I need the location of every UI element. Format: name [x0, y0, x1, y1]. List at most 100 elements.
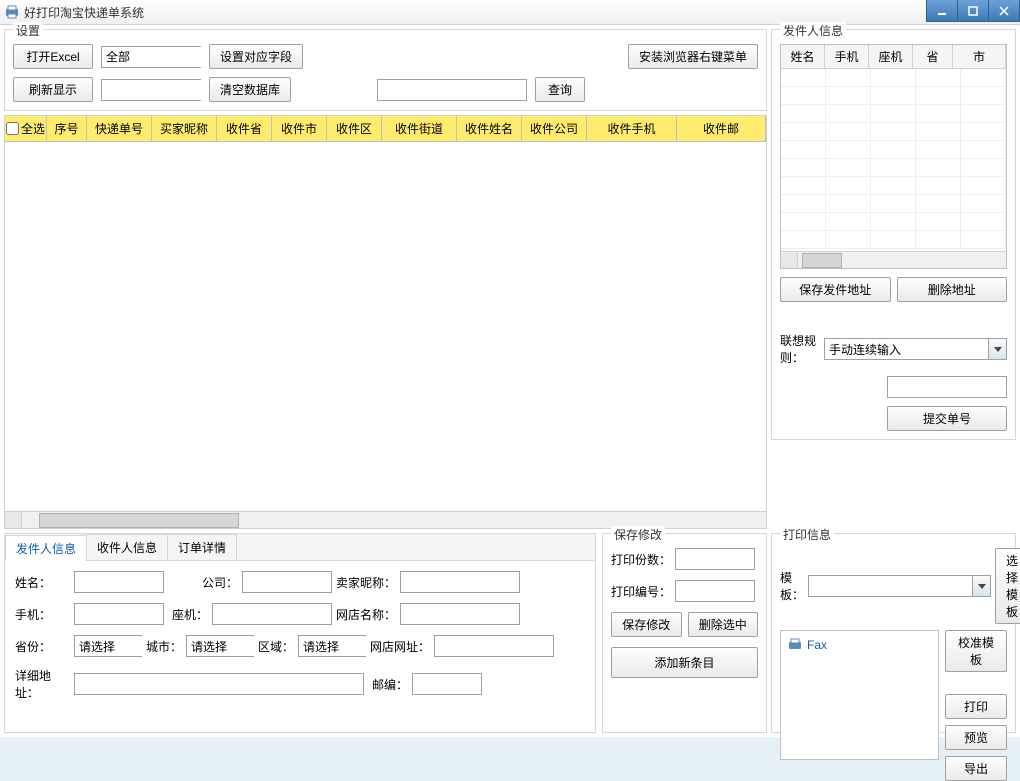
printer-list[interactable]: Fax [780, 630, 939, 760]
tab-sender-info[interactable]: 发件人信息 [5, 535, 87, 561]
label-mobile: 手机： [15, 606, 70, 623]
preview-button[interactable]: 预览 [945, 725, 1007, 750]
save-modify-legend: 保存修改 [611, 526, 665, 543]
label-buyer-nick: 卖家昵称： [336, 574, 396, 591]
export-button[interactable]: 导出 [945, 756, 1007, 781]
search-input[interactable] [377, 79, 527, 101]
company-input[interactable] [242, 571, 332, 593]
mcol-name[interactable]: 姓名 [781, 45, 825, 69]
label-phone: 座机： [168, 606, 208, 623]
detail-tabs: 发件人信息 收件人信息 订单详情 姓名： 公司： 卖家昵称： [4, 533, 596, 733]
template-combo[interactable] [808, 575, 991, 597]
chevron-down-icon[interactable] [972, 576, 990, 596]
mcol-city[interactable]: 市 [953, 45, 1006, 69]
col-street[interactable]: 收件街道 [382, 116, 457, 141]
tab-order-detail[interactable]: 订单详情 [167, 534, 237, 560]
province-combo[interactable] [74, 635, 142, 657]
save-modify-button[interactable]: 保存修改 [611, 612, 682, 637]
print-info-legend: 打印信息 [780, 526, 834, 543]
col-province[interactable]: 收件省 [217, 116, 272, 141]
titlebar: 好打印淘宝快递单系统 [0, 0, 1020, 25]
close-button[interactable] [988, 0, 1020, 22]
col-company[interactable]: 收件公司 [522, 116, 587, 141]
mcol-province[interactable]: 省 [913, 45, 953, 69]
postcode-input[interactable] [412, 673, 482, 695]
select-template-button[interactable]: 选择模板 [995, 548, 1020, 624]
col-postcode[interactable]: 收件邮 [677, 116, 766, 141]
select-all-checkbox[interactable] [6, 122, 19, 135]
install-context-menu-button[interactable]: 安装浏览器右键菜单 [628, 44, 758, 69]
buyer-nick-input[interactable] [400, 571, 520, 593]
maximize-button[interactable] [957, 0, 989, 22]
label-assoc-rule: 联想规则： [780, 332, 818, 366]
submit-tracking-button[interactable]: 提交单号 [887, 406, 1007, 431]
orders-table-body[interactable] [5, 142, 766, 511]
save-modify-group: 保存修改 打印份数： 打印编号： 保存修改 删除选中 添加新条目 [602, 533, 767, 733]
col-district[interactable]: 收件区 [327, 116, 382, 141]
shop-name-input[interactable] [400, 603, 520, 625]
filter-combo[interactable] [101, 46, 201, 68]
add-new-entry-button[interactable]: 添加新条目 [611, 647, 758, 678]
label-company: 公司： [168, 574, 238, 591]
label-shop-name: 网店名称： [336, 606, 396, 623]
print-button[interactable]: 打印 [945, 694, 1007, 719]
settings-group: 设置 打开Excel 设置对应字段 安装浏览器右键菜单 刷新显示 [4, 29, 767, 111]
printer-name: Fax [807, 638, 827, 652]
address-input[interactable] [74, 673, 364, 695]
mobile-input[interactable] [74, 603, 164, 625]
label-postcode: 邮编： [368, 676, 408, 693]
orders-table-header: 全选 序号 快递单号 买家昵称 收件省 收件市 收件区 收件街道 收件姓名 收件… [5, 116, 766, 142]
col-name[interactable]: 收件姓名 [457, 116, 522, 141]
district-combo[interactable] [298, 635, 366, 657]
label-copies: 打印份数： [611, 551, 671, 568]
open-excel-button[interactable]: 打开Excel [13, 44, 93, 69]
mini-table-scrollbar[interactable] [781, 251, 1006, 268]
label-province: 省份： [15, 638, 70, 655]
secondary-combo[interactable] [101, 79, 201, 101]
search-button[interactable]: 查询 [535, 77, 585, 102]
label-district: 区域： [258, 638, 294, 655]
minimize-button[interactable] [926, 0, 958, 22]
save-sender-address-button[interactable]: 保存发件地址 [780, 277, 891, 302]
clear-db-button[interactable]: 清空数据库 [209, 77, 291, 102]
col-seq[interactable]: 序号 [47, 116, 87, 141]
copies-input[interactable] [675, 548, 755, 570]
col-city[interactable]: 收件市 [272, 116, 327, 141]
tab-receiver-info[interactable]: 收件人信息 [86, 534, 168, 560]
printer-app-icon [4, 4, 20, 20]
tracking-input[interactable] [887, 376, 1007, 398]
delete-selected-button[interactable]: 删除选中 [688, 612, 759, 637]
label-name: 姓名： [15, 574, 70, 591]
mcol-mobile[interactable]: 手机 [825, 45, 869, 69]
assoc-rule-combo[interactable] [824, 338, 1007, 360]
name-input[interactable] [74, 571, 164, 593]
shop-url-input[interactable] [434, 635, 554, 657]
printer-icon [787, 637, 803, 653]
chevron-down-icon[interactable] [988, 339, 1006, 359]
delete-address-button[interactable]: 删除地址 [897, 277, 1008, 302]
orders-table: 全选 序号 快递单号 买家昵称 收件省 收件市 收件区 收件街道 收件姓名 收件… [4, 115, 767, 529]
window-controls [927, 0, 1020, 22]
col-buyer[interactable]: 买家昵称 [152, 116, 217, 141]
print-no-input[interactable] [675, 580, 755, 602]
mcol-phone[interactable]: 座机 [869, 45, 913, 69]
label-shop-url: 网店网址： [370, 638, 430, 655]
calibrate-template-button[interactable]: 校准模板 [945, 630, 1007, 672]
window-title: 好打印淘宝快递单系统 [24, 4, 144, 21]
city-combo[interactable] [186, 635, 254, 657]
sender-addresses-group: 发件人信息 姓名 手机 座机 省 市 [771, 29, 1016, 440]
printer-item-fax[interactable]: Fax [785, 635, 934, 655]
sender-addresses-legend: 发件人信息 [780, 22, 846, 39]
sender-form: 姓名： 公司： 卖家昵称： 手机： 座机： 网店名称： [5, 560, 595, 732]
select-all-label: 全选 [21, 120, 45, 137]
label-print-no: 打印编号： [611, 583, 671, 600]
refresh-button[interactable]: 刷新显示 [13, 77, 93, 102]
sender-addresses-body[interactable] [781, 69, 1006, 251]
print-info-group: 打印信息 模板： 选择模板 Fax 校准模板 [771, 533, 1016, 733]
label-address: 详细地址： [15, 667, 70, 701]
set-fields-button[interactable]: 设置对应字段 [209, 44, 303, 69]
label-template: 模板： [780, 569, 804, 603]
col-tracking[interactable]: 快递单号 [87, 116, 152, 141]
col-mobile[interactable]: 收件手机 [587, 116, 677, 141]
phone-input[interactable] [212, 603, 332, 625]
